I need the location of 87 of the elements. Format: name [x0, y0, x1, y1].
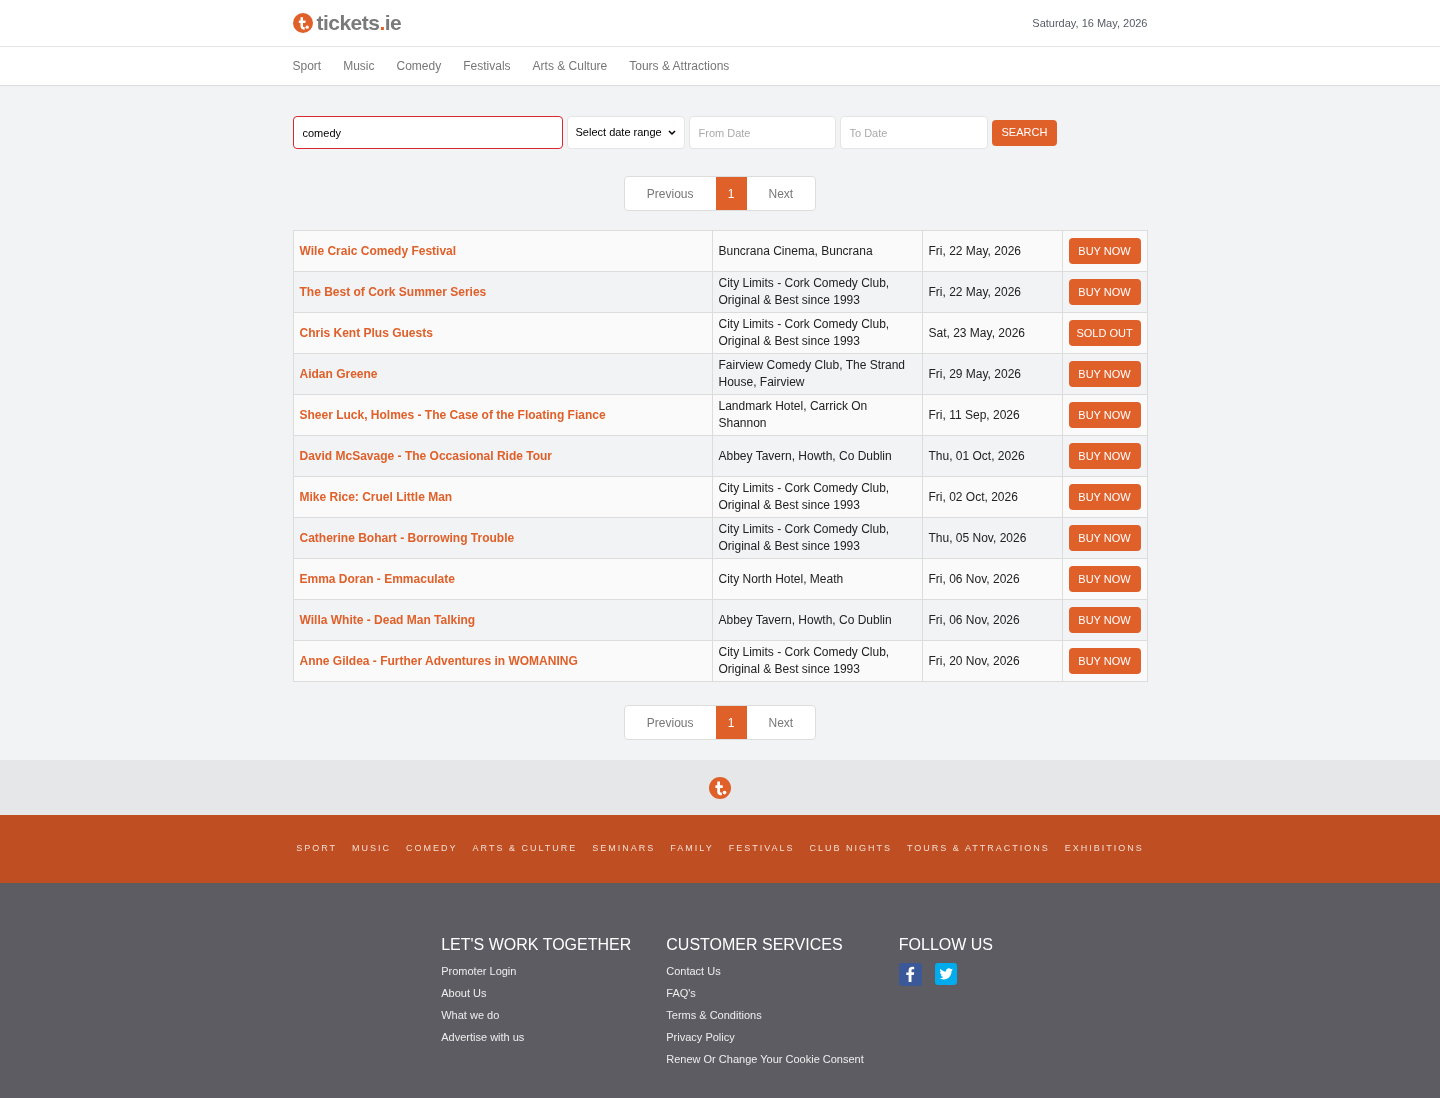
venue-text: Fairview Comedy Club, The Strand House, Fairview	[718, 358, 906, 389]
page-link[interactable]: 1	[715, 706, 747, 739]
footer-nav-link[interactable]: SEMINARS	[592, 842, 656, 856]
footer-nav-link[interactable]: EXHIBITIONS	[1064, 842, 1144, 856]
venue-text: City Limits - Cork Comedy Club, Original & Best since 1993	[718, 645, 890, 676]
event-date: Fri, 06 Nov, 2026	[928, 613, 1020, 627]
logo-icon	[709, 776, 731, 799]
venue-text: City Limits - Cork Comedy Club, Original & Best since 1993	[718, 276, 890, 307]
ticket-button[interactable]: BUY NOW	[1068, 607, 1141, 633]
footer-link[interactable]: Terms & Conditions	[666, 1007, 762, 1023]
event-date: Thu, 05 Nov, 2026	[928, 531, 1027, 545]
ticket-button[interactable]: BUY NOW	[1068, 484, 1141, 510]
event-title-link[interactable]: Catherine Bohart - Borrowing Trouble	[299, 531, 515, 545]
event-date: Fri, 29 May, 2026	[928, 367, 1021, 381]
footer-link[interactable]: Promoter Login	[441, 963, 517, 979]
footer-link[interactable]: Advertise with us	[441, 1029, 525, 1045]
footer-link[interactable]: Renew Or Change Your Cookie Consent	[666, 1051, 864, 1067]
event-title-link[interactable]: Willa White - Dead Man Talking	[299, 613, 476, 627]
to-date-field[interactable]: To Date	[839, 116, 988, 149]
event-date: Fri, 22 May, 2026	[928, 244, 1021, 258]
search-field[interactable]: comedy	[292, 116, 563, 149]
footer-link[interactable]: About Us	[441, 985, 487, 1001]
event-date: Fri, 20 Nov, 2026	[928, 654, 1020, 668]
event-title-link[interactable]: Emma Doran - Emmaculate	[299, 572, 455, 586]
logo-text[interactable]: tickets.ie	[316, 7, 402, 39]
event-date: Thu, 01 Oct, 2026	[928, 449, 1025, 463]
footer-nav-link[interactable]: ARTS & CULTURE	[472, 842, 578, 856]
ticket-button[interactable]: BUY NOW	[1068, 361, 1141, 387]
footer-nav-link[interactable]: MUSIC	[352, 842, 392, 856]
from-date-field[interactable]: From Date	[688, 116, 836, 149]
footer-link[interactable]: Privacy Policy	[666, 1029, 735, 1045]
venue-text: City North Hotel, Meath	[718, 571, 844, 586]
footer-link[interactable]: What we do	[441, 1007, 500, 1023]
nav-link[interactable]: Music	[343, 57, 375, 75]
venue-text: Buncrana Cinema, Buncrana	[718, 243, 873, 258]
venue-text: City Limits - Cork Comedy Club, Original & Best since 1993	[718, 481, 890, 512]
ticket-button[interactable]: BUY NOW	[1068, 443, 1141, 469]
date-range-select[interactable]: Select date range	[566, 116, 685, 149]
footer-heading: LET'S WORK TOGETHER	[441, 935, 632, 955]
page-link[interactable]: 1	[715, 177, 747, 210]
event-title-link[interactable]: Aidan Greene	[299, 367, 378, 381]
event-date: Fri, 02 Oct, 2026	[928, 490, 1018, 504]
nav-link[interactable]: Festivals	[463, 57, 511, 75]
footer-nav-link[interactable]: FAMILY	[670, 842, 714, 856]
nav-link[interactable]: Comedy	[396, 57, 442, 75]
event-title-link[interactable]: Chris Kent Plus Guests	[299, 326, 433, 340]
venue-text: Landmark Hotel, Carrick On Shannon	[718, 399, 868, 430]
current-date: Saturday, 16 May, 2026	[1032, 15, 1148, 31]
ticket-button[interactable]: BUY NOW	[1068, 525, 1141, 551]
previous-link[interactable]: Previous	[624, 706, 716, 739]
event-date: Fri, 06 Nov, 2026	[928, 572, 1020, 586]
footer-nav-link[interactable]: TOURS & ATTRACTIONS	[907, 842, 1050, 856]
venue-text: City Limits - Cork Comedy Club, Original & Best since 1993	[718, 317, 890, 348]
nav-link[interactable]: Tours & Attractions	[629, 57, 730, 75]
event-date: Fri, 22 May, 2026	[928, 285, 1021, 299]
event-title-link[interactable]: Wile Craic Comedy Festival	[299, 244, 457, 258]
nav-link[interactable]: Arts & Culture	[532, 57, 608, 75]
event-title-link[interactable]: Mike Rice: Cruel Little Man	[299, 490, 453, 504]
venue-text: City Limits - Cork Comedy Club, Original & Best since 1993	[718, 522, 890, 553]
logo-icon	[292, 13, 313, 33]
footer-link[interactable]: FAQ's	[666, 985, 696, 1001]
footer-nav-link[interactable]: CLUB NIGHTS	[809, 842, 893, 856]
chevron-icon	[667, 129, 676, 136]
venue-text: Abbey Tavern, Howth, Co Dublin	[718, 612, 892, 627]
footer-nav-link[interactable]: COMEDY	[406, 842, 458, 856]
ticket-button[interactable]: BUY NOW	[1068, 279, 1141, 305]
ticket-button[interactable]: BUY NOW	[1068, 402, 1141, 428]
ticket-button[interactable]: BUY NOW	[1068, 566, 1141, 592]
footer-link[interactable]: Contact Us	[666, 963, 721, 979]
ticket-button[interactable]: SOLD OUT	[1068, 320, 1141, 346]
next-link[interactable]: Next	[746, 706, 816, 739]
footer-nav-link[interactable]: SPORT	[296, 842, 338, 856]
footer-nav-link[interactable]: FESTIVALS	[728, 842, 795, 856]
search-button[interactable]: SEARCH	[991, 119, 1058, 146]
previous-link[interactable]: Previous	[624, 177, 716, 210]
ticket-button[interactable]: BUY NOW	[1068, 648, 1141, 674]
footer-heading: CUSTOMER SERVICES	[666, 935, 843, 955]
event-date: Sat, 23 May, 2026	[928, 326, 1025, 340]
ticket-button[interactable]: BUY NOW	[1068, 238, 1141, 264]
facebook-icon[interactable]	[898, 963, 922, 986]
nav-link[interactable]: Sport	[292, 57, 322, 75]
event-date: Fri, 11 Sep, 2026	[928, 408, 1020, 422]
venue-text: Abbey Tavern, Howth, Co Dublin	[718, 448, 892, 463]
twitter-icon[interactable]	[934, 963, 957, 985]
next-link[interactable]: Next	[746, 177, 816, 210]
footer-heading: FOLLOW US	[898, 935, 993, 955]
event-title-link[interactable]: The Best of Cork Summer Series	[299, 285, 487, 299]
